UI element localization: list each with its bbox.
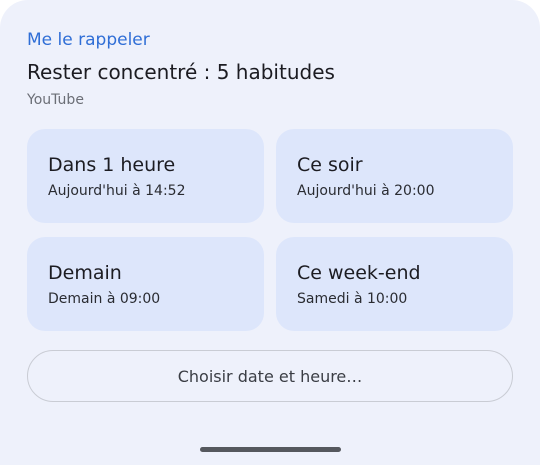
option-detail: Aujourd'hui à 14:52 xyxy=(48,183,186,199)
option-detail: Samedi à 10:00 xyxy=(297,291,408,307)
item-title: Rester concentré : 5 habitudes xyxy=(27,60,335,84)
option-tomorrow[interactable]: Demain Demain à 09:00 xyxy=(27,237,264,331)
item-source: YouTube xyxy=(27,92,84,108)
option-label: Demain xyxy=(48,262,122,284)
option-detail: Demain à 09:00 xyxy=(48,291,161,307)
gesture-navigation-bar[interactable] xyxy=(200,447,341,452)
sheet-header-label: Me le rappeler xyxy=(27,30,150,50)
option-weekend[interactable]: Ce week-end Samedi à 10:00 xyxy=(276,237,513,331)
option-detail: Aujourd'hui à 20:00 xyxy=(297,183,435,199)
option-label: Dans 1 heure xyxy=(48,154,176,176)
option-in-1-hour[interactable]: Dans 1 heure Aujourd'hui à 14:52 xyxy=(27,129,264,223)
option-label: Ce soir xyxy=(297,154,363,176)
option-tonight[interactable]: Ce soir Aujourd'hui à 20:00 xyxy=(276,129,513,223)
remind-me-sheet: Me le rappeler Rester concentré : 5 habi… xyxy=(0,0,540,465)
option-label: Ce week-end xyxy=(297,262,421,284)
choose-date-time-button[interactable]: Choisir date et heure… xyxy=(27,350,513,402)
